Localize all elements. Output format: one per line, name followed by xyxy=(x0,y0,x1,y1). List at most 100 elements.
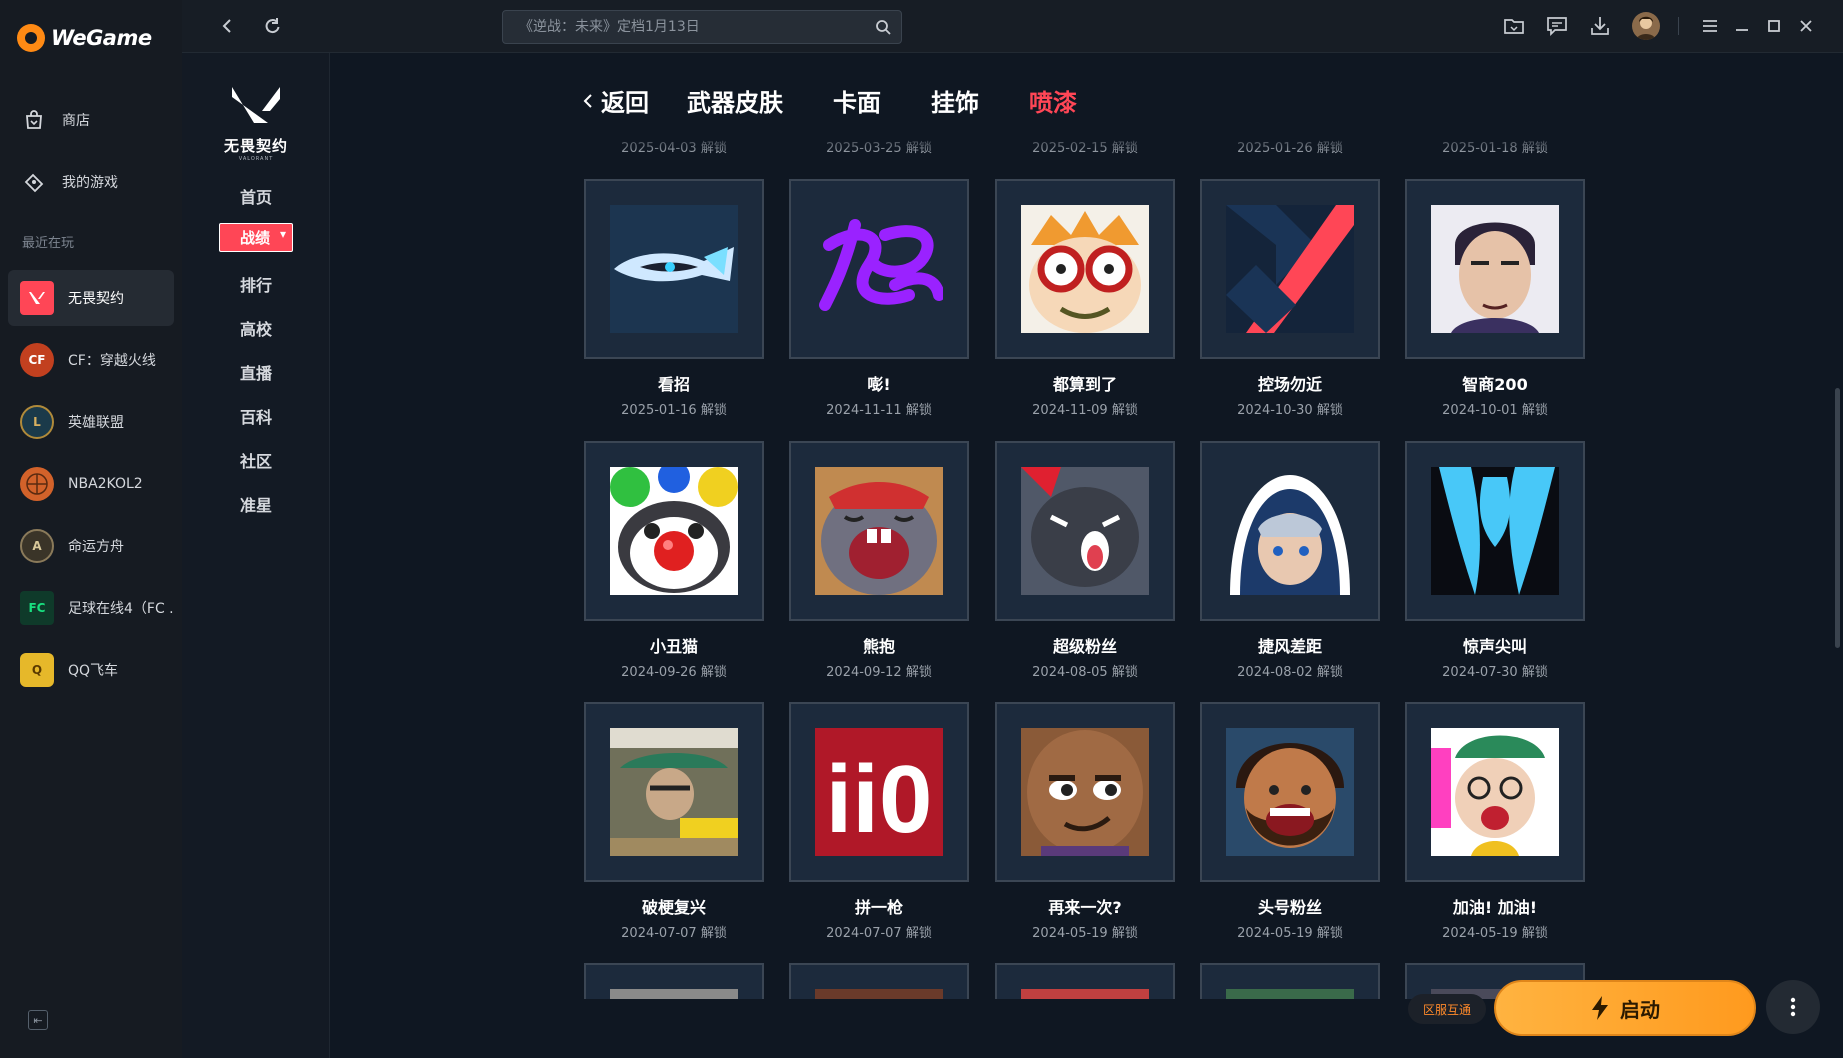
collapse-sidebar-button[interactable]: ⇤ xyxy=(28,1010,48,1030)
download-icon xyxy=(1591,17,1609,35)
spray-card[interactable]: 嘭! 2024-11-11 解锁 xyxy=(789,179,969,418)
game-nav-item-rank[interactable]: 排行 xyxy=(182,272,330,296)
spray-name: 小丑猫 xyxy=(649,637,698,656)
game-item-nba2k[interactable]: NBA2KOL2 xyxy=(8,456,174,512)
spray-unlock-date: 2024-09-26 解锁 xyxy=(621,665,727,680)
game-item-lol[interactable]: L 英雄联盟 xyxy=(8,394,174,450)
content-scrollbar[interactable] xyxy=(1835,388,1840,648)
game-nav-item-community[interactable]: 社区 xyxy=(182,448,330,472)
search-box[interactable] xyxy=(502,10,902,44)
tab-weapon-skins[interactable]: 武器皮肤 xyxy=(687,83,783,118)
tab-sprays[interactable]: 喷漆 xyxy=(1029,83,1077,118)
spray-name: 惊声尖叫 xyxy=(1462,637,1527,656)
spray-art-crying xyxy=(815,467,943,595)
launch-button-label: 启动 xyxy=(1620,997,1660,1022)
valorant-v-icon xyxy=(232,87,280,123)
wegame-logo[interactable]: WeGame xyxy=(17,24,152,52)
spray-art-knife xyxy=(610,205,738,333)
spray-card[interactable]: ii0 拼一枪 2024-07-07 解锁 xyxy=(789,702,969,941)
spray-frame[interactable] xyxy=(995,963,1175,999)
game-nav-item-live[interactable]: 直播 xyxy=(182,360,330,384)
spray-card[interactable]: 控场勿近 2024-10-30 解锁 xyxy=(1200,179,1380,418)
spray-frame[interactable] xyxy=(789,963,969,999)
refresh-button[interactable] xyxy=(260,14,284,38)
minimize-button[interactable] xyxy=(1730,14,1754,38)
game-nav-item-college[interactable]: 高校 xyxy=(182,316,330,340)
folder-button[interactable] xyxy=(1502,14,1526,38)
tab-player-cards[interactable]: 卡面 xyxy=(833,83,881,118)
spray-name: 超级粉丝 xyxy=(1052,637,1117,656)
spray-unlock-date: 2024-11-09 解锁 xyxy=(1032,403,1138,418)
spray-card[interactable]: 都算到了 2024-11-09 解锁 xyxy=(995,179,1175,418)
spray-card[interactable]: 熊抱 2024-09-12 解锁 xyxy=(789,441,969,680)
game-item-label: QQ飞车 xyxy=(68,663,119,679)
spray-card[interactable]: 智商200 2024-10-01 解锁 xyxy=(1405,179,1585,418)
maximize-button[interactable] xyxy=(1762,14,1786,38)
more-options-button[interactable] xyxy=(1766,980,1820,1034)
game-nav-item-wiki[interactable]: 百科 xyxy=(182,404,330,428)
game-item-qqspeed[interactable]: Q QQ飞车 xyxy=(8,642,174,698)
game-nav-item-home[interactable]: 首页 xyxy=(182,184,330,208)
spray-name: 头号粉丝 xyxy=(1257,898,1322,917)
spray-unlock-date: 2024-05-19 解锁 xyxy=(1032,926,1138,941)
search-input[interactable] xyxy=(503,11,901,43)
lightning-icon xyxy=(1592,996,1608,1020)
spray-unlock-date: 2024-08-05 解锁 xyxy=(1032,665,1138,680)
game-item-label: NBA2KOL2 xyxy=(68,476,143,492)
spray-frame xyxy=(584,702,764,882)
spray-name: 拼一枪 xyxy=(854,898,903,917)
game-nav-item-crosshair[interactable]: 准星 xyxy=(182,492,330,516)
spray-art-goggles xyxy=(1021,205,1149,333)
spray-unlock-date: 2024-10-01 解锁 xyxy=(1442,403,1548,418)
spray-card[interactable]: 超级粉丝 2024-08-05 解锁 xyxy=(995,441,1175,680)
spray-unlock-date: 2024-07-07 解锁 xyxy=(621,926,727,941)
downloads-button[interactable] xyxy=(1588,14,1612,38)
game-item-valorant[interactable]: 无畏契约 xyxy=(8,270,174,326)
spray-frame: ii0 xyxy=(789,702,969,882)
spray-card[interactable]: 再来一次? 2024-05-19 解锁 xyxy=(995,702,1175,941)
close-icon xyxy=(1800,20,1812,32)
spray-name: 再来一次? xyxy=(1048,898,1122,917)
spray-card[interactable]: 加油! 加油! 2024-05-19 解锁 xyxy=(1405,702,1585,941)
spray-art-ii0: ii0 xyxy=(815,728,943,856)
wegame-logo-icon xyxy=(17,24,45,52)
spray-card[interactable]: 头号粉丝 2024-05-19 解锁 xyxy=(1200,702,1380,941)
messages-button[interactable] xyxy=(1545,14,1569,38)
search-icon[interactable] xyxy=(875,19,891,35)
spray-frame[interactable] xyxy=(1200,963,1380,999)
cf-icon: CF xyxy=(20,343,54,377)
lostark-icon: A xyxy=(20,529,54,563)
wegame-logo-text: WeGame xyxy=(51,26,152,50)
game-nav-item-record[interactable]: 战绩 xyxy=(182,223,330,252)
spray-card[interactable]: 看招 2025-01-16 解锁 xyxy=(584,179,764,418)
launch-button[interactable]: 启动 xyxy=(1494,980,1756,1036)
spray-frame xyxy=(1200,441,1380,621)
game-item-cf[interactable]: CF CF：穿越火线 xyxy=(8,332,174,388)
spray-card[interactable]: 破梗复兴 2024-07-07 解锁 xyxy=(584,702,764,941)
game-item-lostark[interactable]: A 命运方舟 xyxy=(8,518,174,574)
spray-frame xyxy=(995,702,1175,882)
qqspeed-icon: Q xyxy=(20,653,54,687)
gamepad-icon xyxy=(22,170,46,194)
spray-unlock-date: 2024-09-12 解锁 xyxy=(826,665,932,680)
spray-card[interactable]: 捷风差距 2024-08-02 解锁 xyxy=(1200,441,1380,680)
close-button[interactable] xyxy=(1794,14,1818,38)
spray-name: 嘭! xyxy=(867,375,891,394)
spray-card[interactable]: 惊声尖叫 2024-07-30 解锁 xyxy=(1405,441,1585,680)
tab-charms[interactable]: 挂饰 xyxy=(931,83,979,118)
valorant-icon xyxy=(20,281,54,315)
spray-unlock-date: 2024-11-11 解锁 xyxy=(826,403,932,418)
spray-frame xyxy=(1405,441,1585,621)
ii0-text: ii0 xyxy=(826,746,933,853)
user-avatar[interactable] xyxy=(1632,12,1660,40)
back-button[interactable]: 返回 xyxy=(581,83,649,118)
spray-name: 熊抱 xyxy=(862,637,895,656)
menu-button[interactable] xyxy=(1698,14,1722,38)
spray-frame[interactable] xyxy=(584,963,764,999)
back-nav-button[interactable] xyxy=(216,14,240,38)
valorant-logo[interactable]: 无畏契约 VALORANT xyxy=(220,83,292,162)
sidebar-item-mygames[interactable]: 我的游戏 xyxy=(22,170,118,194)
spray-card[interactable]: 小丑猫 2024-09-26 解锁 xyxy=(584,441,764,680)
game-item-fconline[interactable]: FC 足球在线4（FC ... xyxy=(8,580,174,636)
sidebar-item-store[interactable]: 商店 xyxy=(22,108,90,132)
